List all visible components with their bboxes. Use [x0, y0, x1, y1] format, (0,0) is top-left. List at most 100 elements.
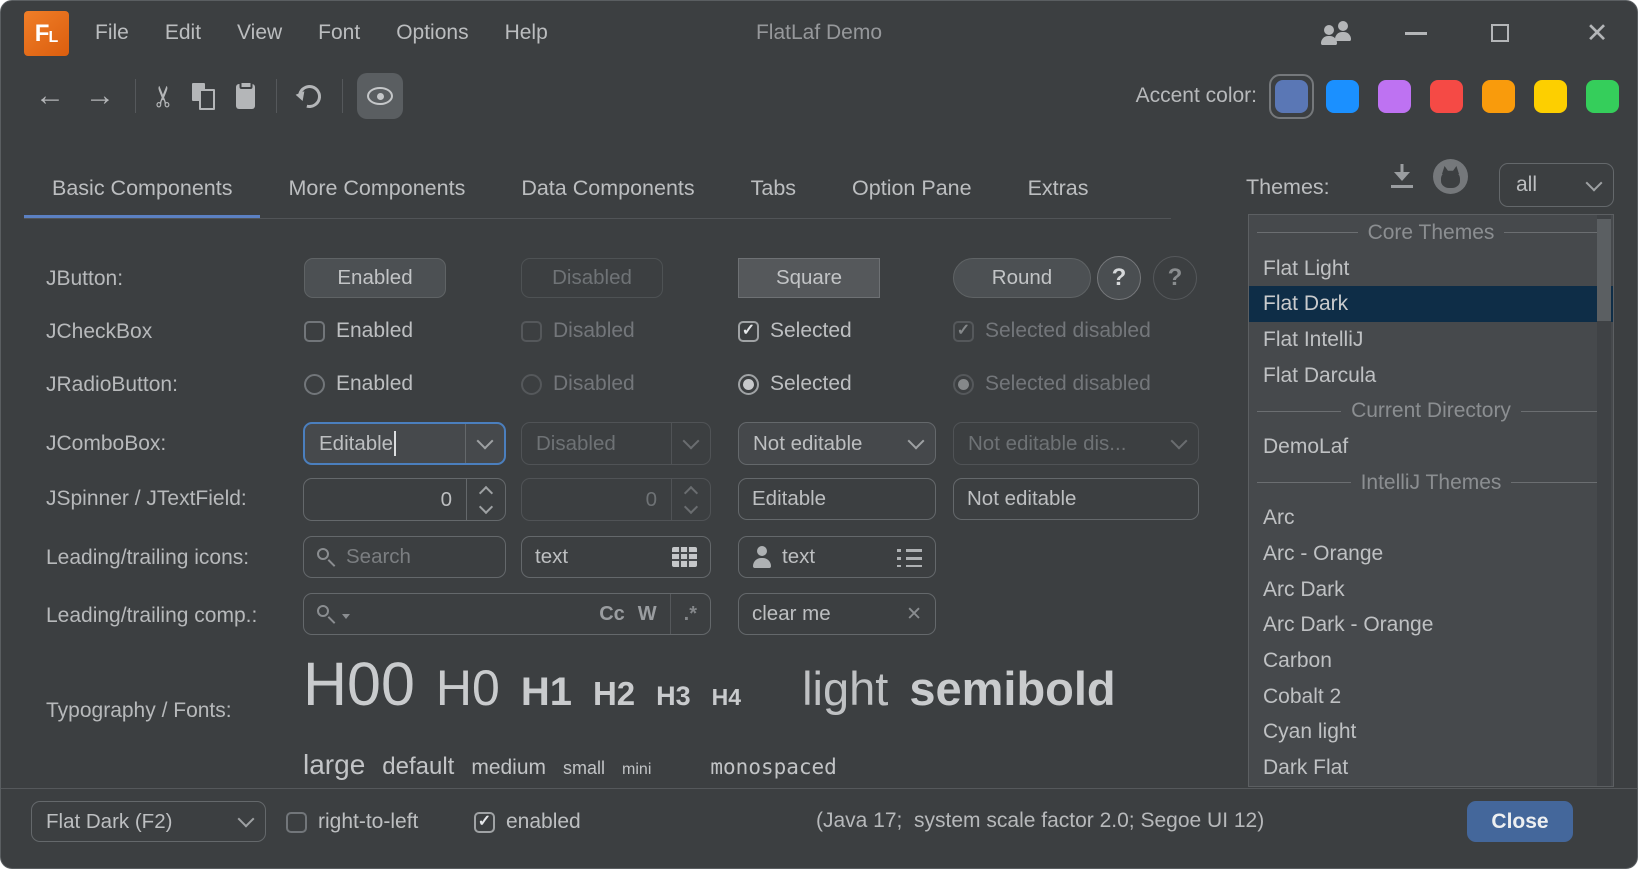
radio-enabled[interactable]: Enabled [304, 372, 413, 396]
download-icon[interactable] [1389, 164, 1415, 190]
tab-extras[interactable]: Extras [1000, 158, 1117, 219]
tab-more-components[interactable]: More Components [260, 158, 493, 219]
refresh-icon[interactable] [294, 80, 325, 111]
search-input[interactable]: Search [303, 536, 506, 578]
help-button-disabled: ? [1153, 256, 1197, 300]
menu-options[interactable]: Options [378, 21, 486, 45]
leading-trailing-comp-label: Leading/trailing comp.: [46, 604, 257, 628]
enabled-button[interactable]: Enabled [304, 258, 446, 298]
accent-swatch-5[interactable] [1482, 80, 1515, 113]
laf-combobox[interactable]: Flat Dark (F2) [31, 801, 266, 842]
accent-swatch-3[interactable] [1378, 80, 1411, 113]
laf-combobox-value: Flat Dark (F2) [32, 810, 227, 834]
theme-item-flat-light[interactable]: Flat Light [1249, 251, 1613, 287]
radio-icon [304, 374, 325, 395]
theme-item-arc-dark-orange[interactable]: Arc Dark - Orange [1249, 608, 1613, 644]
text-field-with-table-icon[interactable]: text [521, 536, 711, 578]
theme-item-cobalt-2[interactable]: Cobalt 2 [1249, 679, 1613, 715]
table-icon[interactable] [672, 547, 697, 567]
accent-color-label: Accent color: [1136, 84, 1257, 108]
accent-swatch-7[interactable] [1586, 80, 1619, 113]
tab-tabs[interactable]: Tabs [723, 158, 824, 219]
rtl-label: right-to-left [318, 810, 418, 834]
accent-swatch-1[interactable] [1275, 80, 1308, 113]
round-button[interactable]: Round [953, 258, 1091, 298]
chevron-down-icon [671, 423, 710, 464]
spinner-value[interactable]: 0 [304, 488, 466, 512]
accent-swatch-6[interactable] [1534, 80, 1567, 113]
theme-item-flat-intellij[interactable]: Flat IntelliJ [1249, 322, 1613, 358]
regex-button[interactable]: .* [670, 594, 697, 634]
maximize-icon[interactable] [1491, 24, 1509, 42]
jspinner-row-label: JSpinner / JTextField: [46, 487, 247, 511]
theme-item-arc-orange[interactable]: Arc - Orange [1249, 536, 1613, 572]
eye-toggle-button[interactable] [357, 73, 403, 119]
list-icon[interactable] [897, 548, 922, 567]
bottom-separator [1, 788, 1637, 789]
users-icon[interactable] [1319, 19, 1357, 47]
scrollbar-thumb[interactable] [1597, 219, 1611, 321]
chevron-down-icon[interactable] [465, 424, 504, 463]
editable-textfield[interactable]: Editable [738, 478, 936, 520]
tab-option-pane[interactable]: Option Pane [824, 158, 1000, 219]
h1-sample: H1 [521, 670, 572, 715]
editable-combobox[interactable]: Editable [303, 422, 506, 465]
radio-label: Disabled [553, 372, 635, 396]
theme-filter-combobox[interactable]: all [1499, 163, 1614, 207]
clear-icon[interactable]: ✕ [906, 603, 922, 626]
search-field-with-options[interactable]: Cc W .* [303, 593, 711, 635]
spinner[interactable]: 0 [303, 478, 506, 521]
back-icon[interactable]: ← [25, 79, 75, 113]
menu-file[interactable]: File [77, 21, 147, 45]
github-icon[interactable] [1433, 159, 1468, 194]
checkbox-enabled[interactable]: Enabled [304, 319, 413, 343]
clearable-field[interactable]: clear me ✕ [738, 593, 936, 635]
whole-word-button[interactable]: W [638, 603, 657, 626]
person-icon [752, 546, 772, 568]
minimize-icon[interactable] [1405, 32, 1427, 35]
close-button[interactable]: Close [1467, 801, 1573, 842]
checkbox-selected[interactable]: Selected [738, 319, 852, 343]
copy-icon[interactable] [192, 83, 215, 110]
theme-filter-value: all [1500, 173, 1575, 197]
theme-group-header-intellij-themes: IntelliJ Themes [1249, 465, 1613, 501]
help-button[interactable]: ? [1097, 256, 1141, 300]
rtl-checkbox[interactable]: right-to-left [286, 810, 418, 834]
menu-edit[interactable]: Edit [147, 21, 219, 45]
close-icon[interactable]: ✕ [1577, 1, 1617, 65]
menu-view[interactable]: View [219, 21, 300, 45]
theme-item-carbon[interactable]: Carbon [1249, 643, 1613, 679]
theme-item-demolaf[interactable]: DemoLaf [1249, 429, 1613, 465]
spinner-up-icon [684, 485, 698, 499]
forward-icon[interactable]: → [75, 79, 125, 113]
search-with-menu-icon[interactable] [317, 605, 336, 624]
paste-icon[interactable] [236, 84, 255, 109]
spinner-arrows[interactable] [466, 479, 505, 520]
menu-font[interactable]: Font [300, 21, 378, 45]
text-field-with-person-icon[interactable]: text [738, 536, 936, 578]
chevron-down-icon[interactable] [897, 423, 935, 464]
enabled-checkbox[interactable]: enabled [474, 810, 581, 834]
accent-swatch-4[interactable] [1430, 80, 1463, 113]
theme-item-cyan-light[interactable]: Cyan light [1249, 715, 1613, 751]
accent-swatch-2[interactable] [1326, 80, 1359, 113]
theme-item-flat-dark[interactable]: Flat Dark [1249, 286, 1613, 322]
accent-swatches [1276, 80, 1619, 113]
not-editable-textfield[interactable]: Not editable [953, 478, 1199, 520]
theme-item-dark-flat[interactable]: Dark Flat [1249, 750, 1613, 786]
status-text: (Java 17; system scale factor 2.0; Segoe… [816, 809, 1264, 833]
tab-data-components[interactable]: Data Components [493, 158, 722, 219]
theme-item-arc-dark[interactable]: Arc Dark [1249, 572, 1613, 608]
theme-item-flat-darcula[interactable]: Flat Darcula [1249, 358, 1613, 394]
checkbox-checked-icon [738, 321, 759, 342]
theme-item-arc[interactable]: Arc [1249, 501, 1613, 537]
tab-basic-components[interactable]: Basic Components [24, 158, 260, 219]
not-editable-combobox[interactable]: Not editable [738, 422, 936, 465]
radio-selected[interactable]: Selected [738, 372, 852, 396]
match-case-button[interactable]: Cc [599, 603, 625, 626]
menu-help[interactable]: Help [487, 21, 566, 45]
app-logo: FL [24, 11, 69, 56]
square-button[interactable]: Square [738, 258, 880, 298]
accent-color-picker: Accent color: [1136, 65, 1619, 127]
cut-icon[interactable]: ✂ [147, 78, 182, 114]
